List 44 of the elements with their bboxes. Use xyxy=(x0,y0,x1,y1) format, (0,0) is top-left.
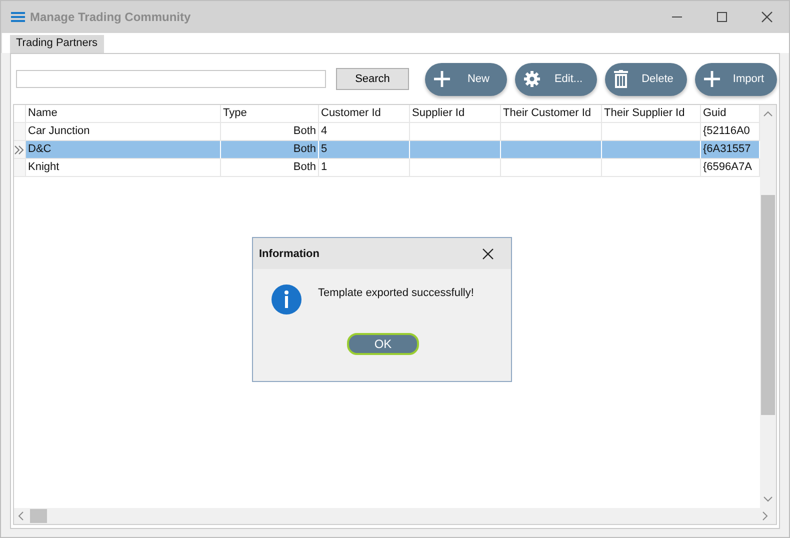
maximize-icon[interactable] xyxy=(716,11,728,23)
dialog-message: Template exported successfully! xyxy=(318,287,474,299)
info-icon xyxy=(271,284,302,315)
column-header[interactable]: Customer Id xyxy=(319,105,410,123)
add-button[interactable]: New xyxy=(425,62,507,96)
column-header[interactable]: Guid xyxy=(701,105,760,123)
menu-icon xyxy=(11,12,25,22)
edit-button[interactable]: Edit... xyxy=(515,62,597,96)
scroll-up-icon[interactable] xyxy=(763,111,773,117)
column-header[interactable]: Supplier Id xyxy=(410,105,501,123)
row-header[interactable] xyxy=(14,141,26,159)
delete-button[interactable]: Delete xyxy=(605,62,687,96)
column-header[interactable]: Their Customer Id xyxy=(501,105,602,123)
scroll-thumb[interactable] xyxy=(30,509,47,523)
plus-icon xyxy=(434,71,450,87)
horizontal-scrollbar[interactable] xyxy=(14,508,776,524)
window-title: Manage Trading Community xyxy=(30,10,191,24)
trash-icon xyxy=(614,70,628,88)
table-cell: {6A31557 xyxy=(701,141,760,159)
column-header[interactable]: Their Supplier Id xyxy=(602,105,701,123)
tab[interactable]: Trading Partners xyxy=(10,35,104,53)
gear-icon xyxy=(524,71,540,87)
scroll-right-icon[interactable] xyxy=(762,511,768,521)
table-cell: 5 xyxy=(319,141,410,159)
table-cell: Knight xyxy=(26,159,221,177)
column-header[interactable]: Name xyxy=(26,105,221,123)
table-cell: D&C xyxy=(26,141,221,159)
table-cell: 1 xyxy=(319,159,410,177)
ok-button[interactable]: OK xyxy=(347,333,419,355)
add-button[interactable]: Import xyxy=(695,62,777,96)
row-header xyxy=(14,105,26,123)
vertical-scrollbar[interactable] xyxy=(760,105,776,508)
scroll-left-icon[interactable] xyxy=(18,511,24,521)
search-field[interactable] xyxy=(16,70,326,88)
column-header[interactable]: Type xyxy=(221,105,319,123)
close-icon[interactable] xyxy=(761,11,773,23)
table-cell: Both xyxy=(221,141,319,159)
plus-icon xyxy=(704,71,720,87)
scroll-thumb[interactable] xyxy=(761,195,775,415)
close-icon[interactable] xyxy=(482,248,494,260)
search-button[interactable]: Search xyxy=(336,68,409,90)
table-cell: Both xyxy=(221,159,319,177)
scroll-down-icon[interactable] xyxy=(763,496,773,502)
dialog-title: Information xyxy=(259,248,320,260)
